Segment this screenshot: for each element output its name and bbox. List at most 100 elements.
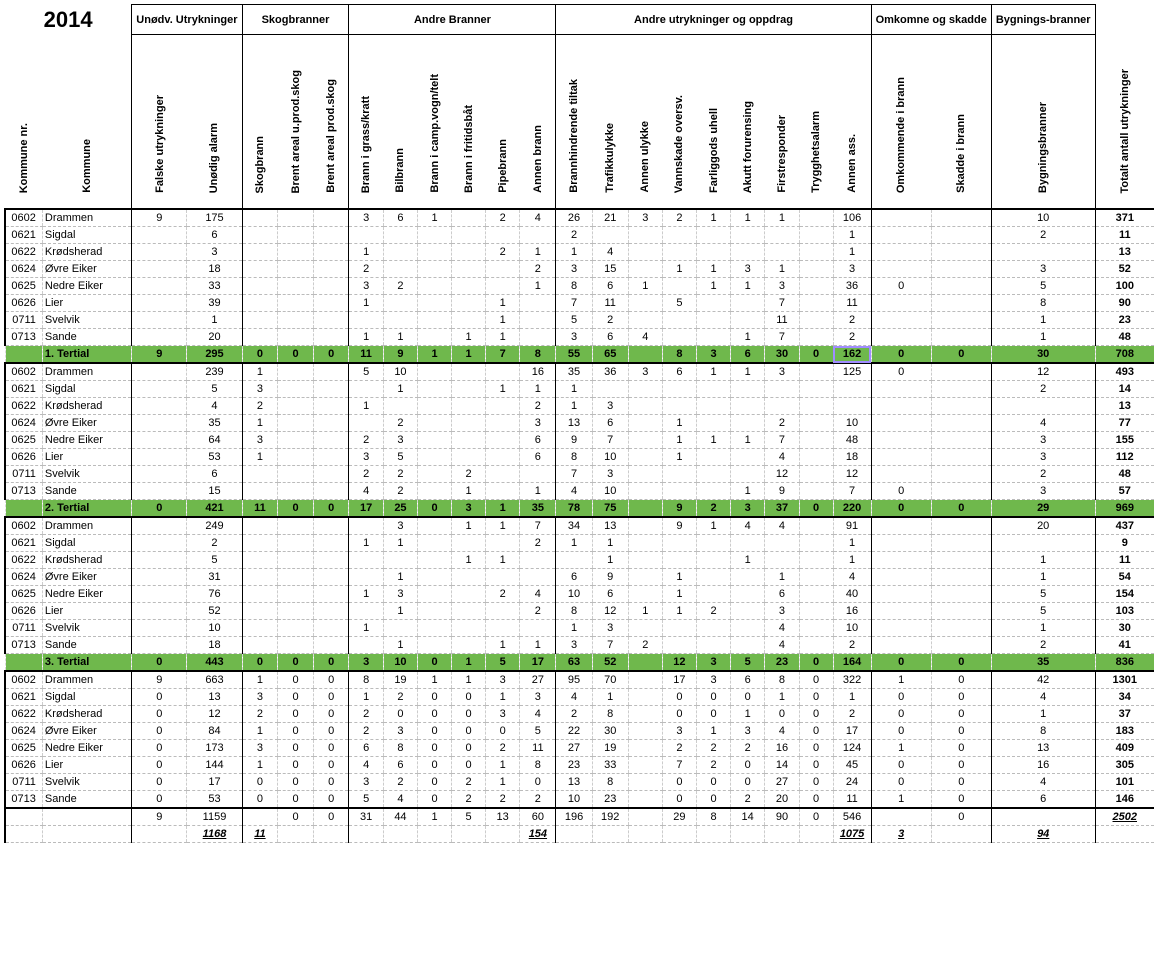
cell: [662, 312, 696, 329]
cell: 3: [697, 671, 731, 689]
cell: 0: [931, 757, 991, 774]
cell: Drammen: [42, 363, 131, 381]
cell: [278, 295, 314, 312]
cell: [799, 363, 833, 381]
cell: 0622: [5, 244, 42, 261]
cell: [278, 329, 314, 346]
cell: 1: [697, 723, 731, 740]
data-row: 0713Sande201111364172148: [5, 329, 1154, 346]
cell: 0: [697, 706, 731, 723]
cell: 33: [592, 757, 628, 774]
cell: [662, 398, 696, 415]
cell: 3: [730, 500, 764, 518]
cell: 0624: [5, 261, 42, 278]
cell: 5: [485, 654, 519, 672]
cell: 6: [730, 671, 764, 689]
cell: [383, 244, 417, 261]
cell: 0: [931, 808, 991, 826]
cell: [697, 637, 731, 654]
cell: 192: [592, 808, 628, 826]
cell: 3: [765, 278, 799, 295]
cell: [418, 432, 452, 449]
cell: [485, 535, 519, 552]
cell: 7: [592, 637, 628, 654]
cell: [278, 517, 314, 535]
cell: 52: [592, 654, 628, 672]
cell: [418, 535, 452, 552]
cell: 3: [871, 826, 931, 843]
cell: [799, 244, 833, 261]
column-header: Bygningsbranner: [991, 35, 1095, 210]
cell: 1: [697, 432, 731, 449]
cell: [452, 603, 486, 620]
cell: [242, 620, 278, 637]
cell: 1: [242, 363, 278, 381]
cell: Drammen: [42, 671, 131, 689]
cell: 95: [556, 671, 592, 689]
cell: 10: [383, 654, 417, 672]
cell: 5: [349, 363, 383, 381]
cell: 11: [765, 312, 799, 329]
cell: [349, 227, 383, 244]
cell: 77: [1095, 415, 1154, 432]
cell: 1: [383, 637, 417, 654]
cell: 3: [991, 432, 1095, 449]
cell: [313, 637, 349, 654]
cell: [313, 449, 349, 466]
cell: [871, 449, 931, 466]
cell: Svelvik: [42, 774, 131, 791]
cell: [313, 209, 349, 227]
cell: 42: [991, 671, 1095, 689]
data-row: 0602Drammen239151016353636113125012493: [5, 363, 1154, 381]
cell: 0: [452, 706, 486, 723]
cell: [132, 586, 187, 603]
cell: 5: [730, 654, 764, 672]
cell: 0: [931, 654, 991, 672]
cell: 78: [556, 500, 592, 518]
cell: [799, 826, 833, 843]
cell: 0: [278, 723, 314, 740]
cell: 0: [278, 671, 314, 689]
cell: 0626: [5, 757, 42, 774]
cell: [132, 312, 187, 329]
cell: 0713: [5, 329, 42, 346]
cell: 9: [132, 346, 187, 364]
cell: 10: [833, 620, 871, 637]
cell: 1: [349, 295, 383, 312]
column-header: Kommune: [42, 35, 131, 210]
data-row: 0624Øvre Eiker182231511313352: [5, 261, 1154, 278]
cell: 10: [383, 363, 417, 381]
cell: 8: [556, 449, 592, 466]
cell: 13: [556, 774, 592, 791]
cell: 0: [452, 689, 486, 706]
data-row: 0621Sigdal21121119: [5, 535, 1154, 552]
cell: 2: [485, 209, 519, 227]
cell: [418, 483, 452, 500]
cell: 3: [592, 466, 628, 483]
cell: 0625: [5, 432, 42, 449]
cell: [871, 295, 931, 312]
cell: 154: [520, 826, 556, 843]
cell: 0625: [5, 586, 42, 603]
cell: [452, 278, 486, 295]
cell: [452, 398, 486, 415]
cell: 54: [1095, 569, 1154, 586]
cell: 421: [187, 500, 242, 518]
cell: 0624: [5, 569, 42, 586]
cell: 6: [592, 586, 628, 603]
cell: 5: [383, 449, 417, 466]
cell: [730, 449, 764, 466]
cell: [485, 415, 519, 432]
cell: [799, 569, 833, 586]
cell: 4: [991, 415, 1095, 432]
cell: [871, 466, 931, 483]
data-row: 0711Svelvik10113410130: [5, 620, 1154, 637]
cell: 27: [765, 774, 799, 791]
cell: [313, 552, 349, 569]
cell: [730, 312, 764, 329]
cell: [242, 552, 278, 569]
cell: 2: [383, 483, 417, 500]
cell: [931, 826, 991, 843]
cell: 1301: [1095, 671, 1154, 689]
cell: 1: [349, 586, 383, 603]
